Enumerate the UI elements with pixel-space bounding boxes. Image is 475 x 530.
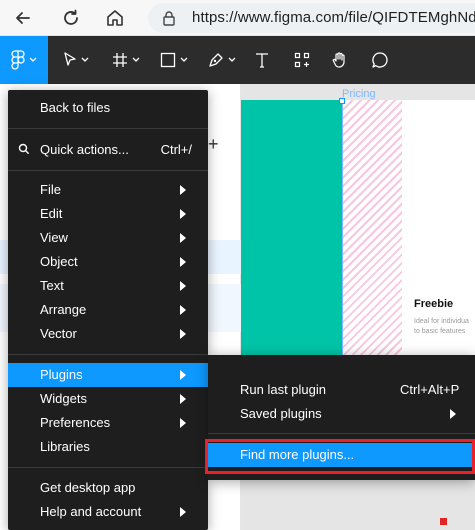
chevron-down-icon (180, 57, 188, 62)
chevron-down-icon (29, 57, 37, 62)
shortcut-label: Ctrl+/ (160, 142, 192, 157)
menu-item-label: File (40, 182, 61, 197)
menu-item-label: Quick actions... (40, 142, 129, 157)
menu-item-label: View (40, 230, 68, 245)
submenu-item-run-last-plugin[interactable]: Run last plugin Ctrl+Alt+P (208, 378, 475, 402)
text-tool-button[interactable] (248, 36, 276, 84)
menu-item-edit[interactable]: Edit (8, 202, 208, 226)
submenu-arrow-icon (180, 305, 186, 315)
reload-icon[interactable] (56, 4, 86, 32)
menu-item-object[interactable]: Object (8, 250, 208, 274)
menu-item-widgets[interactable]: Widgets (8, 387, 208, 411)
menu-divider (8, 128, 208, 129)
hand-tool-icon (332, 52, 345, 68)
red-marker (440, 518, 447, 525)
submenu-arrow-icon (180, 394, 186, 404)
frame-tool-icon (113, 53, 127, 67)
move-tool-icon (64, 52, 76, 66)
menu-item-label: Text (40, 278, 64, 293)
menu-item-label: Edit (40, 206, 63, 221)
chevron-down-icon (81, 57, 89, 62)
figma-menu-icon (11, 50, 25, 70)
shape-tool-button[interactable] (154, 36, 194, 84)
chevron-down-icon (228, 57, 236, 62)
menu-item-quick-actions[interactable]: Quick actions... Ctrl+/ (8, 138, 208, 162)
menu-item-get-desktop-app[interactable]: Get desktop app (8, 476, 208, 500)
menu-item-back-to-files[interactable]: Back to files (8, 96, 208, 120)
menu-item-label: Libraries (40, 439, 90, 454)
menu-item-preferences[interactable]: Preferences (8, 411, 208, 435)
submenu-arrow-icon (180, 281, 186, 291)
comment-tool-button[interactable] (366, 36, 394, 84)
menu-item-view[interactable]: View (8, 226, 208, 250)
text-tool-icon (256, 53, 268, 68)
shape-tool-icon (160, 52, 176, 68)
submenu-arrow-icon (180, 418, 186, 428)
main-menu: Back to files Quick actions... Ctrl+/ Fi… (8, 90, 208, 530)
lock-icon[interactable] (162, 10, 176, 31)
submenu-arrow-icon (180, 233, 186, 243)
pen-tool-icon (209, 53, 223, 67)
url-text[interactable]: https://www.figma.com/file/QIFDTEMghNdoN (192, 9, 475, 26)
hand-tool-button[interactable] (326, 36, 354, 84)
menu-item-label: Run last plugin (240, 382, 326, 397)
menu-item-text[interactable]: Text (8, 274, 208, 298)
submenu-arrow-icon (180, 209, 186, 219)
figma-toolbar (0, 36, 475, 84)
submenu-arrow-icon (180, 257, 186, 267)
menu-item-libraries[interactable]: Libraries (8, 435, 208, 459)
submenu-arrow-icon (180, 185, 186, 195)
comment-tool-icon (372, 52, 388, 68)
menu-item-label: Saved plugins (240, 406, 322, 421)
home-icon[interactable] (100, 4, 130, 32)
move-tool-button[interactable] (56, 36, 96, 84)
card-title: Freebie (414, 298, 454, 310)
menu-item-label: Plugins (40, 367, 83, 382)
card-description-line: to basic features (414, 328, 466, 335)
card-description-line: Ideal for individua (414, 318, 469, 325)
resources-icon (294, 52, 310, 68)
menu-item-label: Help and account (40, 504, 142, 519)
shortcut-label: Ctrl+Alt+P (400, 382, 460, 397)
menu-item-vector[interactable]: Vector (8, 322, 208, 346)
menu-item-help-and-account[interactable]: Help and account (8, 500, 208, 524)
frame-tool-button[interactable] (106, 36, 146, 84)
submenu-arrow-icon (180, 329, 186, 339)
chevron-down-icon (132, 57, 140, 62)
menu-item-label: Arrange (40, 302, 87, 317)
menu-divider (8, 170, 208, 171)
menu-item-file[interactable]: File (8, 178, 208, 202)
menu-item-arrange[interactable]: Arrange (8, 298, 208, 322)
menu-divider (8, 467, 208, 468)
pen-tool-button[interactable] (202, 36, 242, 84)
annotation-highlight-box (205, 439, 475, 474)
back-arrow-icon[interactable] (8, 4, 38, 32)
browser-bar: https://www.figma.com/file/QIFDTEMghNdoN (0, 0, 475, 36)
frame-label[interactable]: Pricing (342, 88, 376, 100)
submenu-arrow-icon (180, 507, 186, 517)
menu-item-plugins[interactable]: Plugins (8, 363, 208, 387)
menu-divider (208, 433, 475, 434)
menu-item-label: Preferences (40, 415, 111, 430)
menu-divider (8, 354, 208, 355)
menu-item-label: Back to files (40, 100, 111, 115)
menu-item-label: Object (40, 254, 78, 269)
menu-item-label: Vector (40, 326, 77, 341)
search-icon (18, 143, 30, 158)
selection-handle[interactable] (339, 98, 345, 104)
main-menu-button[interactable] (0, 36, 48, 84)
submenu-arrow-icon (180, 370, 186, 380)
resources-button[interactable] (288, 36, 316, 84)
add-page-button[interactable]: + (208, 134, 219, 155)
submenu-arrow-icon (450, 409, 456, 419)
submenu-item-saved-plugins[interactable]: Saved plugins (208, 402, 475, 426)
menu-item-label: Get desktop app (40, 480, 136, 495)
card-description: Ideal for individua to basic features (414, 317, 469, 337)
menu-item-label: Widgets (40, 391, 87, 406)
address-bar[interactable]: https://www.figma.com/file/QIFDTEMghNdoN (148, 3, 475, 33)
